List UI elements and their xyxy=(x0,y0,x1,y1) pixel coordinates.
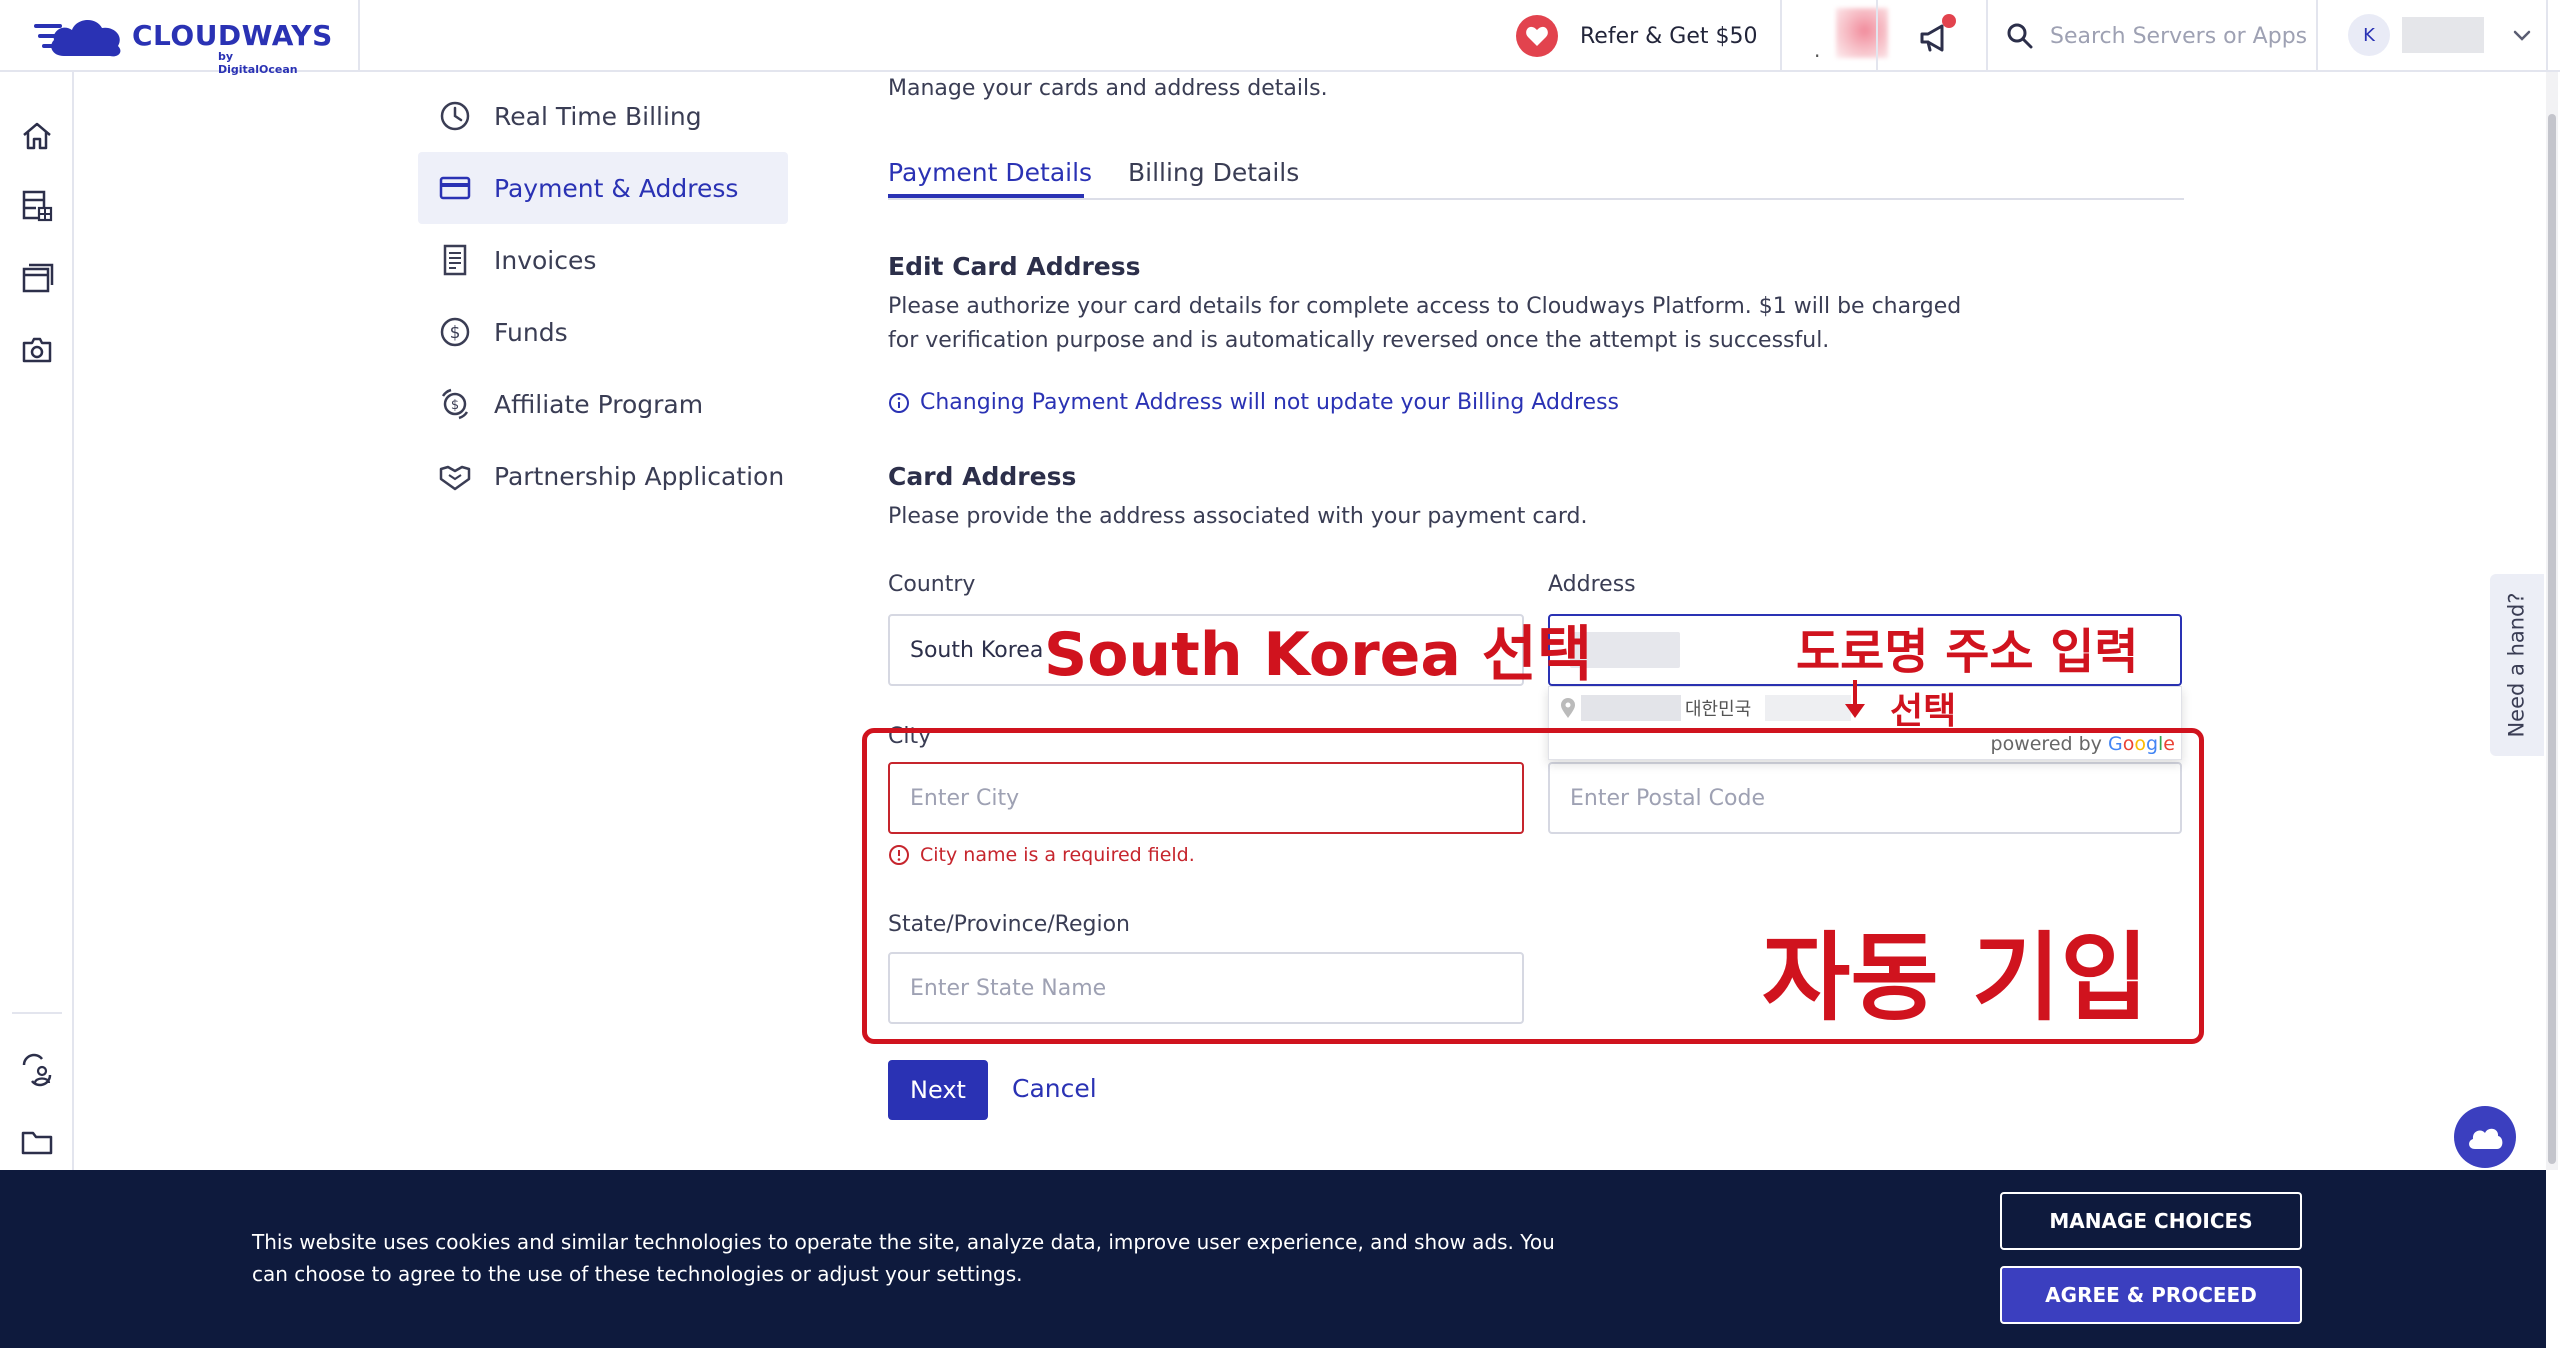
divider xyxy=(1780,0,1782,72)
rail-divider xyxy=(12,1012,62,1014)
notification-dot xyxy=(1942,14,1956,28)
nav-label: Affiliate Program xyxy=(494,389,704,419)
home-icon[interactable] xyxy=(17,116,57,156)
dollar-icon: $ xyxy=(440,317,470,347)
cloud-logo-icon xyxy=(34,19,121,57)
brand-sub: by DigitalOcean xyxy=(218,50,298,76)
active-tab-indicator xyxy=(888,194,1084,198)
info-notice-text: Changing Payment Address will not update… xyxy=(920,390,1619,415)
brand-name: CLOUDWAYS xyxy=(132,19,333,52)
invoice-icon xyxy=(443,244,467,276)
map-pin-icon xyxy=(1561,698,1575,718)
handshake-icon xyxy=(439,465,471,491)
search-bar[interactable]: Search Servers or Apps xyxy=(2006,0,2307,72)
need-a-hand-tab[interactable]: Need a hand? xyxy=(2490,574,2544,756)
scrollbar-thumb[interactable] xyxy=(2548,114,2556,1164)
annotation-arrow-icon xyxy=(1845,680,1865,718)
refer-label: Refer & Get $50 xyxy=(1580,23,1758,49)
user-name-redacted xyxy=(2402,17,2484,53)
nav-real-time-billing[interactable]: Real Time Billing xyxy=(418,80,788,152)
chat-widget-button[interactable] xyxy=(2454,1106,2516,1168)
user-menu[interactable]: K xyxy=(2348,14,2534,56)
card-address-description: Please provide the address associated wi… xyxy=(888,504,1588,529)
nav-label: Invoices xyxy=(494,245,597,275)
billing-settings-nav: Real Time Billing Payment & Address Invo… xyxy=(418,80,788,512)
agree-proceed-button[interactable]: AGREE & PROCEED xyxy=(2000,1266,2302,1324)
address-label: Address xyxy=(1548,572,1636,597)
tab-bar: Payment Details Billing Details xyxy=(888,154,2184,200)
heart-icon xyxy=(1516,15,1558,57)
divider xyxy=(1986,0,1988,72)
nav-partnership-application[interactable]: Partnership Application xyxy=(418,440,788,512)
folder-icon[interactable] xyxy=(17,1122,57,1162)
user-avatar: K xyxy=(2348,14,2390,56)
svg-text:$: $ xyxy=(451,398,459,413)
affiliate-icon: $ xyxy=(441,388,469,420)
nav-affiliate-program[interactable]: $ Affiliate Program xyxy=(418,368,788,440)
suggestion-country: 대한민국 xyxy=(1685,699,1752,720)
annotation-country: South Korea 선택 xyxy=(1044,620,1593,690)
nav-label: Payment & Address xyxy=(494,173,739,203)
dot-glyph: . xyxy=(1814,38,1821,62)
chevron-down-icon xyxy=(2513,30,2531,41)
top-bar: CLOUDWAYS by DigitalOcean Refer & Get $5… xyxy=(0,0,2560,76)
clock-icon xyxy=(440,101,470,131)
cancel-button[interactable]: Cancel xyxy=(1012,1074,1097,1103)
divider xyxy=(2546,0,2548,72)
tab-billing-details[interactable]: Billing Details xyxy=(1128,158,1299,187)
manage-choices-button[interactable]: MANAGE CHOICES xyxy=(2000,1192,2302,1250)
cookie-banner: This website uses cookies and similar te… xyxy=(0,1170,2546,1348)
next-button[interactable]: Next xyxy=(888,1060,988,1120)
suggestion-redacted xyxy=(1581,695,1681,721)
card-address-heading: Card Address xyxy=(888,462,1077,491)
info-icon xyxy=(889,392,909,413)
servers-icon[interactable] xyxy=(17,186,57,226)
svg-text:$: $ xyxy=(450,323,461,343)
nav-label: Real Time Billing xyxy=(494,101,702,131)
divider xyxy=(358,0,360,72)
nav-invoices[interactable]: Invoices xyxy=(418,224,788,296)
team-icon[interactable] xyxy=(17,1050,57,1090)
refer-link[interactable]: Refer & Get $50 xyxy=(1516,0,1758,72)
chat-cloud-icon xyxy=(2469,1128,2503,1149)
cloudways-logo[interactable]: CLOUDWAYS by DigitalOcean xyxy=(34,10,332,76)
annotation-autofill: 자동 기입 xyxy=(1762,922,2149,1034)
tab-payment-details[interactable]: Payment Details xyxy=(888,158,1092,187)
nav-label: Partnership Application xyxy=(494,461,785,491)
info-notice[interactable]: Changing Payment Address will not update… xyxy=(888,390,1619,415)
country-label: Country xyxy=(888,572,976,597)
nav-payment-address[interactable]: Payment & Address xyxy=(418,152,788,224)
search-icon xyxy=(2007,23,2033,49)
divider xyxy=(1876,0,1878,72)
autocomplete-suggestion[interactable]: 대한민국 xyxy=(1559,695,1852,721)
divider xyxy=(2316,0,2318,72)
blurred-avatar[interactable] xyxy=(1836,8,1888,58)
left-rail xyxy=(0,72,74,1170)
page-subtitle: Manage your cards and address details. xyxy=(888,76,1328,101)
annotation-select: 선택 xyxy=(1890,691,1957,732)
edit-card-description: Please authorize your card details for c… xyxy=(888,294,1962,353)
credit-card-icon xyxy=(439,176,471,200)
country-value: South Korea xyxy=(910,637,1044,663)
applications-icon[interactable] xyxy=(17,258,57,298)
search-placeholder: Search Servers or Apps xyxy=(2050,23,2308,49)
cookie-text: This website uses cookies and similar te… xyxy=(252,1230,1555,1286)
annotation-address: 도로명 주소 입력 xyxy=(1796,624,2139,680)
nav-label: Funds xyxy=(494,317,568,347)
addons-icon[interactable] xyxy=(17,330,57,370)
nav-funds[interactable]: $ Funds xyxy=(418,296,788,368)
need-a-hand-label: Need a hand? xyxy=(2505,592,2529,738)
edit-card-heading: Edit Card Address xyxy=(888,252,1141,281)
suggestion-redacted xyxy=(1765,695,1852,721)
